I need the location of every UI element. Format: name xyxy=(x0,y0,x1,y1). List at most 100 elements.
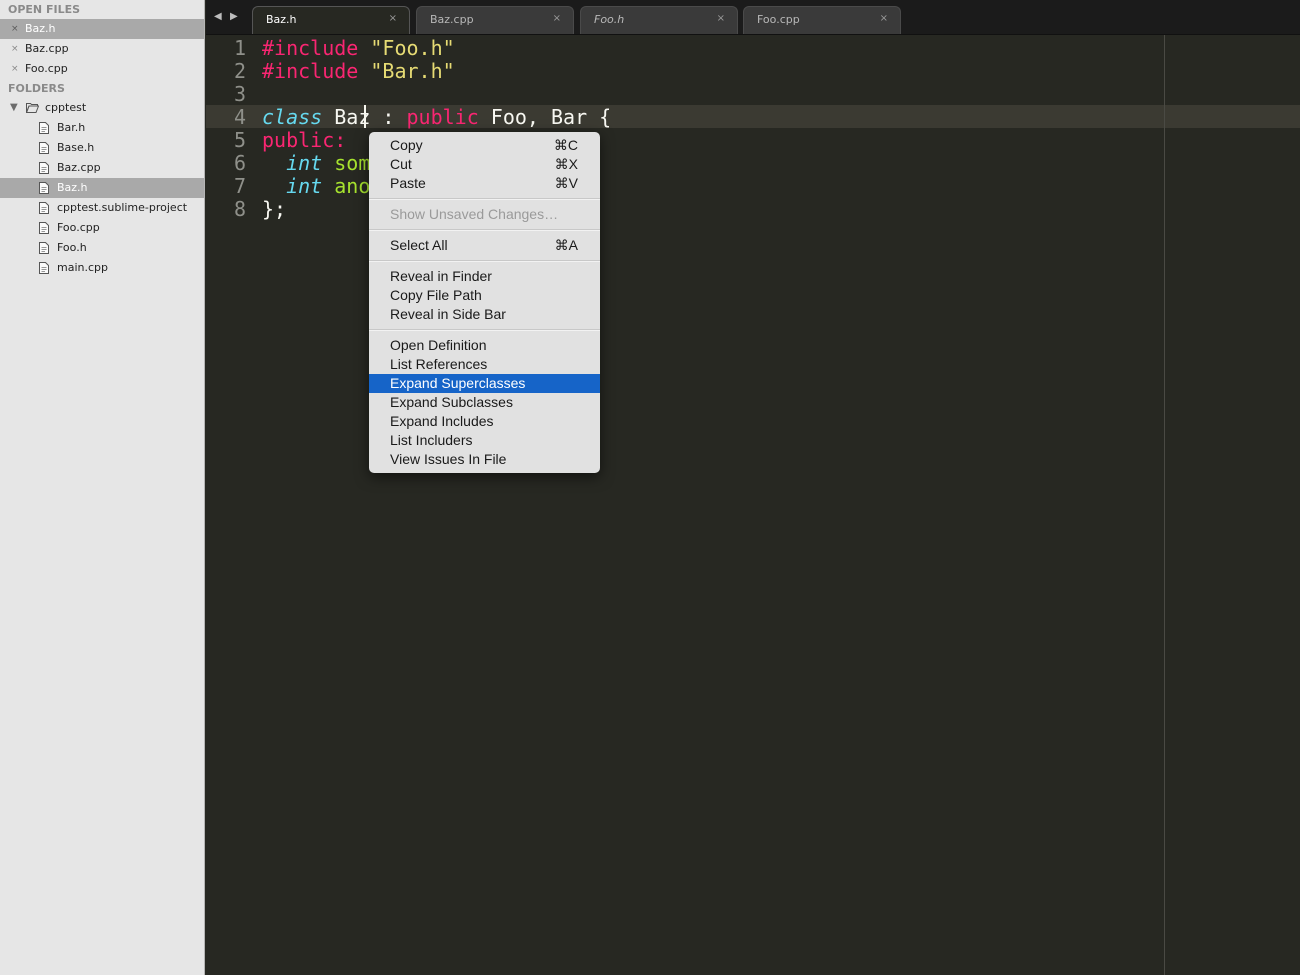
type-keyword: int xyxy=(286,151,323,175)
menu-item-select-all[interactable]: Select All ⌘A xyxy=(369,236,600,255)
code-line-5: public: xyxy=(262,128,346,152)
open-file-baz-cpp[interactable]: × Baz.cpp xyxy=(0,39,204,59)
open-folder-icon xyxy=(26,103,39,113)
menu-item-reveal-in-finder[interactable]: Reveal in Finder xyxy=(369,267,600,286)
menu-item-cut[interactable]: Cut ⌘X xyxy=(369,155,600,174)
file-foo-h[interactable]: Foo.h xyxy=(0,238,204,258)
tab-label: Baz.h xyxy=(266,13,297,26)
menu-item-expand-subclasses[interactable]: Expand Subclasses xyxy=(369,393,600,412)
menu-item-label: Copy File Path xyxy=(390,287,482,303)
menu-item-list-references[interactable]: List References xyxy=(369,355,600,374)
folders-heading: FOLDERS xyxy=(8,82,65,95)
file-label: Base.h xyxy=(57,141,95,154)
file-bar-h[interactable]: Bar.h xyxy=(0,118,204,138)
menu-item-label: Copy xyxy=(390,137,423,153)
close-icon[interactable]: × xyxy=(389,13,397,24)
file-main-cpp[interactable]: main.cpp xyxy=(0,258,204,278)
open-file-label: Foo.cpp xyxy=(25,62,68,75)
storage-keyword: class xyxy=(262,105,323,129)
file-label: Baz.h xyxy=(57,181,88,194)
menu-item-shortcut: ⌘V xyxy=(554,175,578,191)
column-ruler xyxy=(1164,35,1165,975)
close-icon[interactable]: × xyxy=(11,59,19,79)
menu-item-reveal-in-side-bar[interactable]: Reveal in Side Bar xyxy=(369,305,600,324)
menu-item-label: Reveal in Side Bar xyxy=(390,306,506,322)
menu-item-label: Cut xyxy=(390,156,412,172)
menu-item-copy[interactable]: Copy ⌘C xyxy=(369,136,600,155)
menu-item-open-definition[interactable]: Open Definition xyxy=(369,336,600,355)
string-literal: "Bar.h" xyxy=(370,59,455,83)
menu-item-expand-includes[interactable]: Expand Includes xyxy=(369,412,600,431)
code-line-2: #include "Bar.h" xyxy=(262,59,455,83)
menu-item-view-issues-in-file[interactable]: View Issues In File xyxy=(369,450,600,469)
line-number: 8 xyxy=(233,197,246,221)
file-foo-cpp[interactable]: Foo.cpp xyxy=(0,218,204,238)
base-classes: Foo, Bar { xyxy=(478,105,612,129)
menu-item-label: Expand Includes xyxy=(390,413,494,429)
file-base-h[interactable]: Base.h xyxy=(0,138,204,158)
menu-item-label: List References xyxy=(390,356,488,372)
file-label: Baz.cpp xyxy=(57,161,101,174)
file-icon xyxy=(39,142,49,154)
file-icon xyxy=(39,202,49,214)
menu-item-label: Expand Subclasses xyxy=(390,394,513,410)
folder-cpptest[interactable]: ▼ cpptest xyxy=(0,98,204,118)
preprocessor-keyword: #include xyxy=(262,59,359,83)
menu-separator xyxy=(369,198,600,200)
close-icon[interactable]: × xyxy=(553,13,561,24)
file-baz-cpp[interactable]: Baz.cpp xyxy=(0,158,204,178)
menu-item-show-unsaved-changes: Show Unsaved Changes… xyxy=(369,205,600,224)
text-caret xyxy=(364,105,366,128)
code-line-7: int anot xyxy=(262,174,382,198)
tab-baz-h[interactable]: Baz.h × xyxy=(252,6,410,34)
line-number: 6 xyxy=(233,151,246,175)
disclosure-triangle-icon[interactable]: ▼ xyxy=(10,98,18,118)
menu-item-label: Paste xyxy=(390,175,426,191)
punctuation: : xyxy=(370,105,407,129)
menu-item-label: Show Unsaved Changes… xyxy=(390,206,559,222)
back-arrow-icon[interactable]: ◀ xyxy=(214,11,222,22)
file-label: Foo.cpp xyxy=(57,221,100,234)
menu-separator xyxy=(369,229,600,231)
menu-item-shortcut: ⌘X xyxy=(554,156,578,172)
menu-item-copy-file-path[interactable]: Copy File Path xyxy=(369,286,600,305)
forward-arrow-icon[interactable]: ▶ xyxy=(230,11,238,22)
preprocessor-keyword: #include xyxy=(262,36,359,60)
tab-foo-h[interactable]: Foo.h × xyxy=(580,6,738,34)
close-icon[interactable]: × xyxy=(717,13,725,24)
file-icon xyxy=(39,122,49,134)
file-icon xyxy=(39,182,49,194)
open-file-label: Baz.cpp xyxy=(25,42,69,55)
tab-baz-cpp[interactable]: Baz.cpp × xyxy=(416,6,574,34)
tab-label: Baz.cpp xyxy=(430,13,474,26)
close-icon[interactable]: × xyxy=(11,19,19,39)
open-file-foo-cpp[interactable]: × Foo.cpp xyxy=(0,59,204,79)
tab-label: Foo.h xyxy=(594,13,625,26)
line-number: 1 xyxy=(233,36,246,60)
file-cpptest-sublime-project[interactable]: cpptest.sublime-project xyxy=(0,198,204,218)
menu-item-label: Select All xyxy=(390,237,448,253)
close-icon[interactable]: × xyxy=(11,39,19,59)
open-file-label: Baz.h xyxy=(25,22,56,35)
menu-item-expand-superclasses[interactable]: Expand Superclasses xyxy=(369,374,600,393)
string-literal: "Foo.h" xyxy=(370,36,455,60)
open-file-baz-h[interactable]: × Baz.h xyxy=(0,19,204,39)
file-label: Foo.h xyxy=(57,241,87,254)
file-baz-h[interactable]: Baz.h xyxy=(0,178,204,198)
close-icon[interactable]: × xyxy=(880,13,888,24)
menu-separator xyxy=(369,260,600,262)
menu-item-label: Reveal in Finder xyxy=(390,268,492,284)
file-icon xyxy=(39,262,49,274)
file-label: cpptest.sublime-project xyxy=(57,201,188,214)
menu-item-list-includers[interactable]: List Includers xyxy=(369,431,600,450)
menu-item-label: Expand Superclasses xyxy=(390,375,526,391)
file-icon xyxy=(39,162,49,174)
tab-foo-cpp[interactable]: Foo.cpp × xyxy=(743,6,901,34)
menu-item-paste[interactable]: Paste ⌘V xyxy=(369,174,600,193)
line-number: 4 xyxy=(233,105,246,129)
